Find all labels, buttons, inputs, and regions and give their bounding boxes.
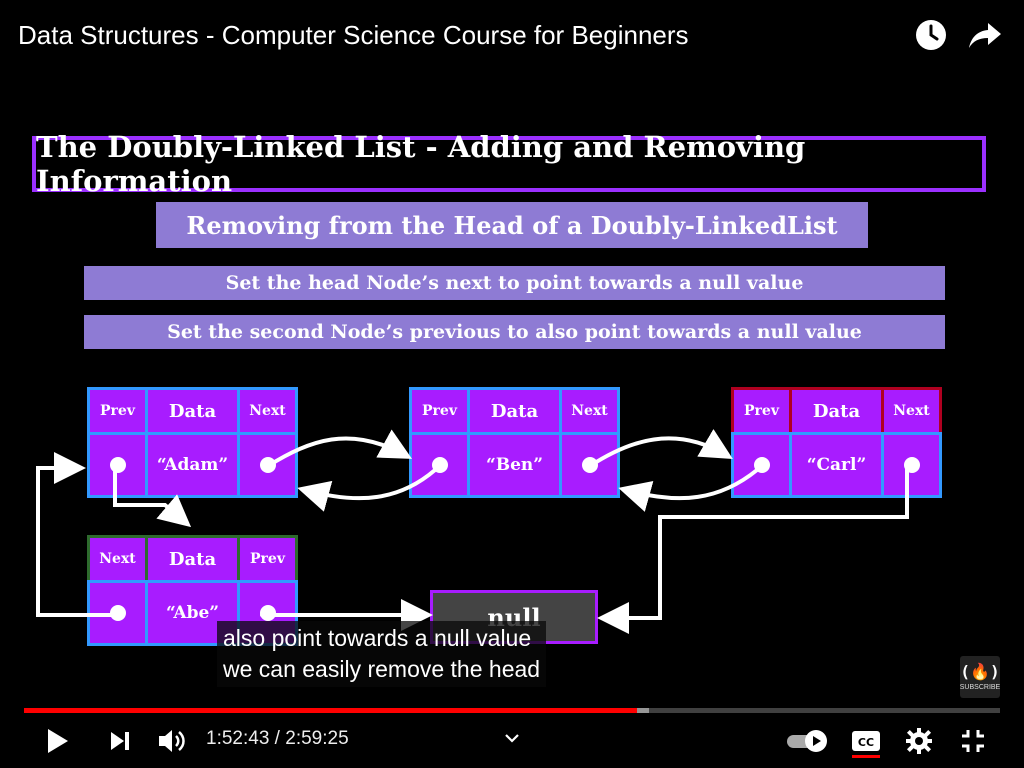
arrow-abe-next-to-adam (36, 452, 115, 617)
caption-box: also point towards a null value we can e… (217, 621, 547, 687)
exit-fullscreen-button[interactable] (956, 724, 990, 758)
time-separator: / (269, 728, 286, 749)
video-frame[interactable]: The Doubly-Linked List - Adding and Remo… (0, 0, 1024, 768)
duration: 2:59:25 (285, 728, 349, 749)
subscribe-label: SUBSCRIBE (959, 684, 1001, 691)
exit-fullscreen-icon (962, 730, 984, 752)
arrow-adam-prev-to-abe (113, 466, 192, 528)
arrow-ben-to-carl (588, 429, 733, 468)
time-display: 1:52:43 / 2:59:25 (206, 728, 349, 750)
chevron-down-icon (505, 734, 519, 743)
arrow-carl-next-to-null (597, 468, 909, 634)
settings-button[interactable] (902, 724, 936, 758)
svg-text:CC: CC (858, 736, 874, 749)
caption-line-1: also point towards a null value (223, 625, 532, 651)
progress-played (24, 708, 637, 713)
volume-button[interactable] (154, 724, 190, 758)
arrow-carl-to-ben (618, 468, 759, 512)
play-button[interactable] (40, 724, 76, 758)
arrow-ben-to-adam (297, 468, 437, 512)
closed-captions-icon: CC (852, 731, 880, 751)
autoplay-icon (787, 730, 827, 752)
captions-button[interactable]: CC (848, 724, 884, 758)
skip-next-icon (111, 732, 129, 750)
chapter-chevron[interactable] (500, 724, 524, 752)
channel-watermark[interactable]: (🔥) SUBSCRIBE (960, 656, 1000, 698)
arrow-adam-to-ben (266, 429, 413, 468)
volume-icon (159, 730, 185, 752)
gear-icon (906, 728, 932, 754)
current-time: 1:52:43 (206, 728, 270, 749)
play-icon (48, 729, 68, 753)
captions-active-indicator (852, 755, 880, 758)
next-button[interactable] (104, 724, 136, 758)
fcc-logo-icon: (🔥) (960, 662, 1000, 681)
autoplay-toggle[interactable] (784, 724, 832, 758)
progress-bar[interactable] (24, 708, 1000, 713)
caption-line-2: we can easily remove the head (223, 656, 541, 682)
